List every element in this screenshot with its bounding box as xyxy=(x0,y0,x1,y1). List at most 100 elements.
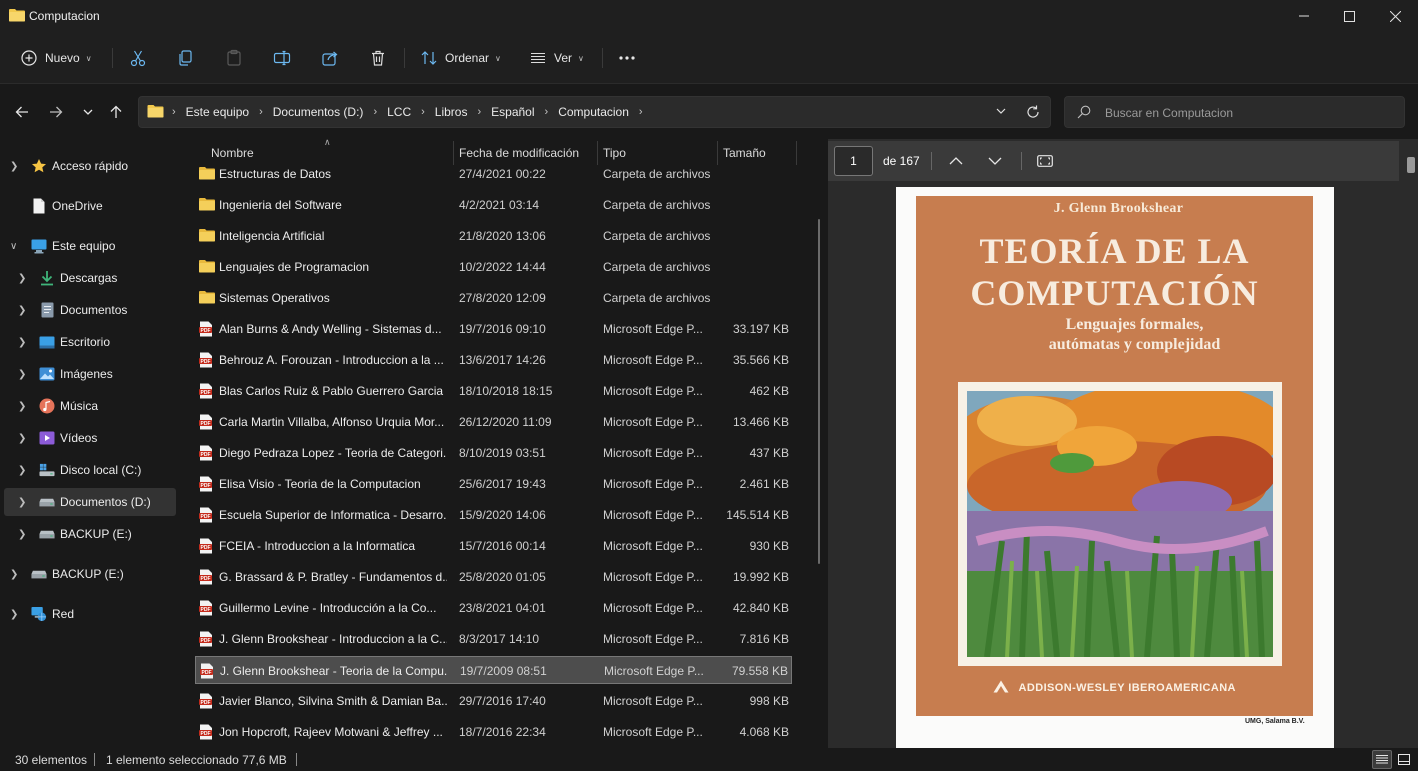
delete-button[interactable] xyxy=(369,46,387,70)
file-row[interactable]: Lenguajes de Programacion 10/2/2022 14:44… xyxy=(195,253,792,281)
cover-title-line1: TEORÍA DE LA xyxy=(979,231,1250,271)
status-divider xyxy=(94,753,95,766)
file-row[interactable]: PDF Behrouz A. Forouzan - Introduccion a … xyxy=(195,346,792,374)
page-number-input[interactable]: 1 xyxy=(834,146,873,176)
sort-button[interactable]: Ordenar ∨ xyxy=(421,46,501,70)
file-row[interactable]: PDF Blas Carlos Ruiz & Pablo Guerrero Gar… xyxy=(195,377,792,405)
previous-page-button[interactable] xyxy=(946,151,966,171)
crumb-computacion[interactable]: Computacion xyxy=(558,105,629,119)
file-row[interactable]: PDF G. Brassard & P. Bratley - Fundamento… xyxy=(195,563,792,591)
address-bar[interactable]: › Este equipo › Documentos (D:) › LCC › … xyxy=(138,96,1051,128)
large-icons-view-button[interactable] xyxy=(1394,750,1414,769)
new-button[interactable]: Nuevo ∨ xyxy=(21,46,92,70)
chevron-right-icon: › xyxy=(477,106,482,118)
pdf-file-icon: PDF xyxy=(199,476,215,492)
column-divider[interactable] xyxy=(796,141,797,165)
recent-locations-button[interactable] xyxy=(78,102,98,122)
address-history-button[interactable] xyxy=(994,104,1008,121)
chevron-down-icon[interactable]: ∨ xyxy=(10,241,17,252)
rename-button[interactable] xyxy=(273,46,291,70)
chevron-right-icon[interactable]: ❯ xyxy=(10,609,18,620)
list-scrollbar[interactable] xyxy=(818,219,820,564)
file-type: Carpeta de archivos xyxy=(603,260,711,274)
share-button[interactable] xyxy=(321,46,339,70)
forward-button[interactable] xyxy=(46,102,66,122)
crumb-este-equipo[interactable]: Este equipo xyxy=(186,105,249,119)
chevron-right-icon[interactable]: ❯ xyxy=(18,273,26,284)
details-view-button[interactable] xyxy=(1372,750,1392,769)
chevron-right-icon[interactable]: ❯ xyxy=(18,497,26,508)
nav-label: Imágenes xyxy=(60,367,113,381)
chevron-right-icon[interactable]: ❯ xyxy=(18,433,26,444)
cover-author: J. Glenn Brookshear xyxy=(1053,201,1184,216)
chevron-right-icon[interactable]: ❯ xyxy=(18,337,26,348)
cut-button[interactable] xyxy=(129,46,147,70)
file-row[interactable]: PDF Carla Martin Villalba, Alfonso Urquia… xyxy=(195,408,792,436)
nav-item-red[interactable]: ❯ Red xyxy=(4,600,176,628)
preview-scrollbar[interactable] xyxy=(1402,139,1418,748)
close-button[interactable] xyxy=(1372,0,1418,32)
toolbar-divider xyxy=(1021,152,1022,170)
file-list: ∧ Nombre Fecha de modificación Tipo Tama… xyxy=(180,139,825,748)
file-size: 437 KB xyxy=(749,446,789,460)
maximize-button[interactable] xyxy=(1326,0,1372,32)
nav-item-imagenes[interactable]: ❯ Imágenes xyxy=(4,360,176,388)
nav-item-descargas[interactable]: ❯ Descargas xyxy=(4,264,176,292)
crumb-libros[interactable]: Libros xyxy=(435,105,468,119)
file-row[interactable]: Estructuras de Datos 27/4/2021 00:22 Carpe… xyxy=(195,160,792,188)
crumb-lcc[interactable]: LCC xyxy=(387,105,411,119)
file-row[interactable]: PDF J. Glenn Brookshear - Introduccion a … xyxy=(195,625,792,653)
folder-icon xyxy=(199,228,215,244)
chevron-right-icon[interactable]: ❯ xyxy=(18,529,26,540)
file-row[interactable]: PDF Elisa Visio - Teoria de la Computacio… xyxy=(195,470,792,498)
minimize-button[interactable] xyxy=(1281,0,1327,32)
file-row[interactable]: PDF FCEIA - Introduccion a la Informatica… xyxy=(195,532,792,560)
copy-button[interactable] xyxy=(177,46,195,70)
fit-page-button[interactable] xyxy=(1035,151,1055,171)
chevron-right-icon[interactable]: ❯ xyxy=(18,305,26,316)
refresh-button[interactable] xyxy=(1025,104,1041,123)
file-row[interactable]: Sistemas Operativos 27/8/2020 12:09 Carpet… xyxy=(195,284,792,312)
up-button[interactable] xyxy=(106,102,126,122)
file-row[interactable]: PDF Escuela Superior de Informatica - Des… xyxy=(195,501,792,529)
nav-item-disco-local-c[interactable]: ❯ Disco local (C:) xyxy=(4,456,176,484)
drive-icon xyxy=(39,494,55,510)
chevron-right-icon: › xyxy=(421,106,425,118)
nav-item-videos[interactable]: ❯ Vídeos xyxy=(4,424,176,452)
nav-item-onedrive[interactable]: OneDrive xyxy=(4,192,176,220)
crumb-documentos-d[interactable]: Documentos (D:) xyxy=(273,105,364,119)
file-row[interactable]: PDF Diego Pedraza Lopez - Teoria de Categ… xyxy=(195,439,792,467)
nav-item-acceso-rapido[interactable]: ❯ Acceso rápido xyxy=(4,152,176,180)
file-row[interactable]: PDF Javier Blanco, Silvina Smith & Damian… xyxy=(195,687,792,715)
nav-item-musica[interactable]: ❯ Música xyxy=(4,392,176,420)
view-button[interactable]: Ver ∨ xyxy=(530,46,584,70)
file-row[interactable]: Ingenieria del Software 4/2/2021 03:14 Car… xyxy=(195,191,792,219)
nav-item-backup-e-root[interactable]: ❯ BACKUP (E:) xyxy=(4,560,176,588)
preview-scroll-thumb[interactable] xyxy=(1407,157,1415,173)
more-options-button[interactable] xyxy=(618,46,636,70)
chevron-right-icon[interactable]: ❯ xyxy=(10,569,18,580)
paste-button[interactable] xyxy=(225,46,243,70)
chevron-right-icon[interactable]: ❯ xyxy=(18,465,26,476)
nav-item-este-equipo[interactable]: ∨ Este equipo xyxy=(4,232,176,260)
file-row[interactable]: PDF Alan Burns & Andy Welling - Sistemas … xyxy=(195,315,792,343)
file-row[interactable]: PDF Guillermo Levine - Introducción a la … xyxy=(195,594,792,622)
crumb-espanol[interactable]: Español xyxy=(491,105,534,119)
nav-item-documentos[interactable]: ❯ Documentos xyxy=(4,296,176,324)
search-input[interactable]: Buscar en Computacion xyxy=(1064,96,1405,128)
chevron-right-icon[interactable]: ❯ xyxy=(18,369,26,380)
file-type: Microsoft Edge P... xyxy=(603,632,703,646)
chevron-right-icon[interactable]: ❯ xyxy=(18,401,26,412)
back-button[interactable] xyxy=(12,102,32,122)
sort-icon xyxy=(421,50,437,66)
nav-item-documentos-d[interactable]: ❯ Documentos (D:) xyxy=(4,488,176,516)
next-page-button[interactable] xyxy=(985,151,1005,171)
chevron-right-icon[interactable]: ❯ xyxy=(10,161,18,172)
file-row[interactable]: PDF J. Glenn Brookshear - Teoria de la Co… xyxy=(195,656,792,684)
nav-item-backup-e[interactable]: ❯ BACKUP (E:) xyxy=(4,520,176,548)
file-row[interactable]: Inteligencia Artificial 21/8/2020 13:06 Ca… xyxy=(195,222,792,250)
pdf-file-icon: PDF xyxy=(199,445,215,461)
file-row[interactable]: PDF Jon Hopcroft, Rajeev Motwani & Jeffre… xyxy=(195,718,792,746)
file-name: Jon Hopcroft, Rajeev Motwani & Jeffrey .… xyxy=(219,725,443,739)
nav-item-escritorio[interactable]: ❯ Escritorio xyxy=(4,328,176,356)
